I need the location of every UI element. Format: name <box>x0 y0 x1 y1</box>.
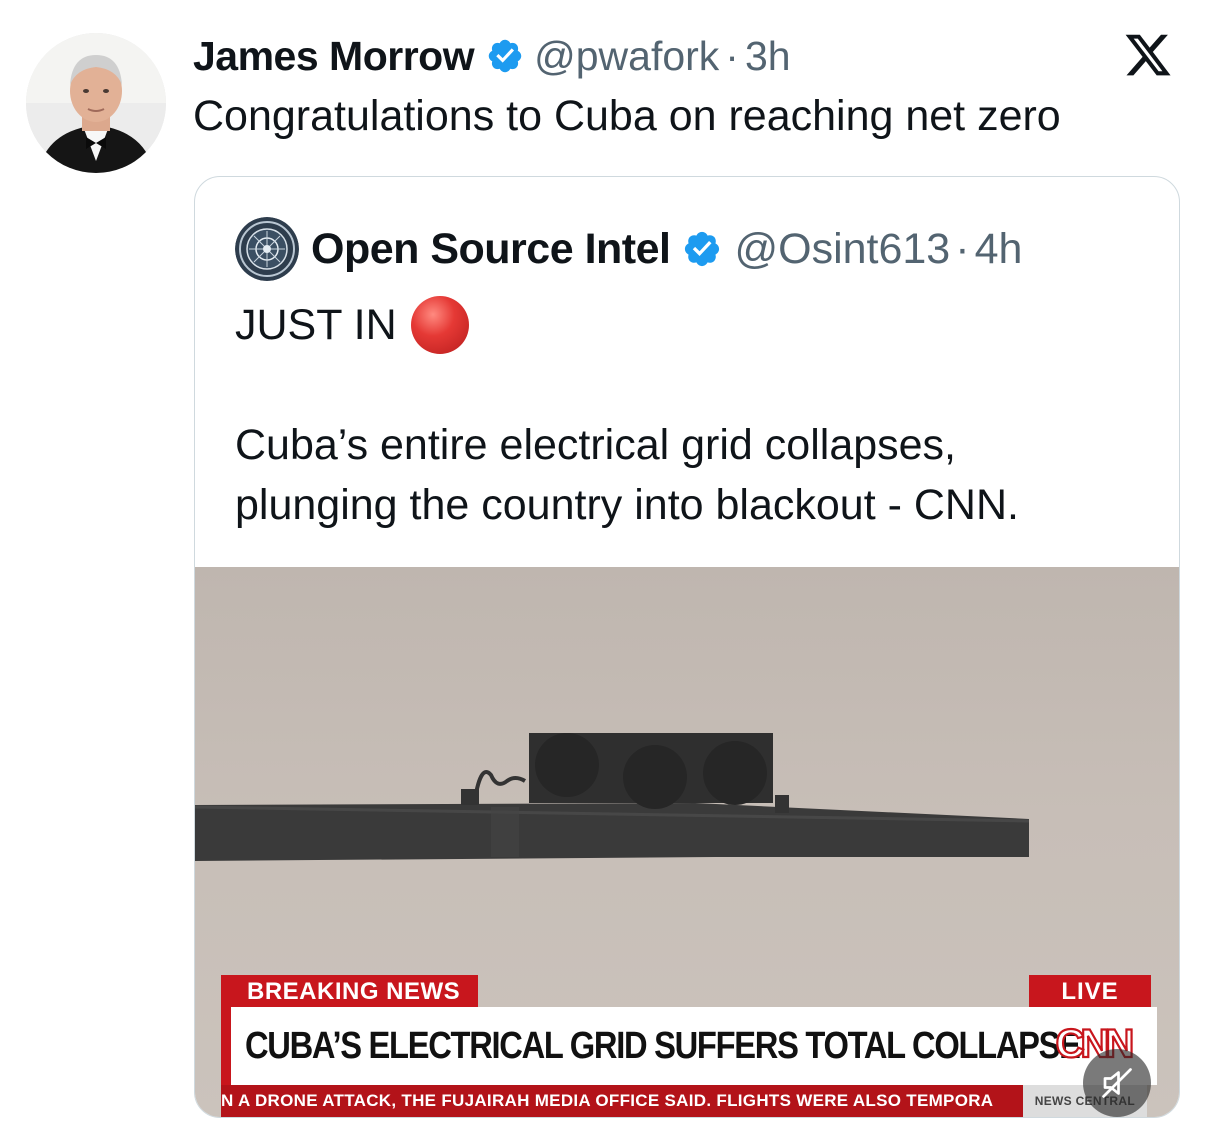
ticker-text: N A DRONE ATTACK, THE FUJAIRAH MEDIA OFF… <box>221 1091 994 1110</box>
breaking-news-label: BREAKING NEWS <box>221 975 479 1007</box>
quoted-author-handle[interactable]: @Osint613 <box>734 225 950 274</box>
author-avatar[interactable] <box>26 33 166 173</box>
quoted-text-line2: Cuba’s entire electrical grid collapses, <box>235 421 957 469</box>
quoted-tweet-card[interactable]: Open Source Intel @Osint613 · 4h JUST IN… <box>194 176 1180 1118</box>
quoted-timestamp[interactable]: 4h <box>975 225 1023 274</box>
live-label: LIVE <box>1029 975 1151 1007</box>
tweet-header: James Morrow @pwafork · 3h <box>193 28 791 84</box>
tweet-text: Congratulations to Cuba on reaching net … <box>193 92 1061 140</box>
red-circle-emoji <box>410 296 469 354</box>
quoted-author-avatar[interactable] <box>235 217 299 281</box>
news-chyron: BREAKING NEWS LIVE CUBA’S ELECTRICAL GRI… <box>221 975 1157 1117</box>
separator-dot: · <box>955 224 970 273</box>
quoted-text-line3: plunging the country into blackout - CNN… <box>235 481 1019 529</box>
news-headline: CUBA’S ELECTRICAL GRID SUFFERS TOTAL COL… <box>245 1025 1081 1067</box>
news-ticker: N A DRONE ATTACK, THE FUJAIRAH MEDIA OFF… <box>221 1085 1147 1117</box>
video-thumbnail[interactable]: BREAKING NEWS LIVE CUBA’S ELECTRICAL GRI… <box>195 567 1179 1117</box>
separator-dot: · <box>725 32 739 79</box>
quoted-tweet-text: JUST IN Cuba’s entire electrical grid co… <box>235 295 1019 535</box>
mute-button[interactable] <box>1083 1049 1151 1117</box>
author-name[interactable]: James Morrow <box>193 33 475 80</box>
headline-box: CUBA’S ELECTRICAL GRID SUFFERS TOTAL COL… <box>221 1007 1157 1085</box>
quoted-text-line1: JUST IN <box>235 301 397 349</box>
sound-off-icon <box>1102 1068 1132 1098</box>
quoted-author-name[interactable]: Open Source Intel <box>311 225 671 274</box>
timestamp[interactable]: 3h <box>745 33 791 80</box>
verified-badge-icon <box>685 231 720 267</box>
author-handle[interactable]: @pwafork <box>534 33 719 80</box>
x-logo-icon[interactable] <box>1122 30 1174 80</box>
verified-badge-icon <box>488 39 522 73</box>
quoted-tweet-header: Open Source Intel @Osint613 · 4h <box>235 217 1023 281</box>
